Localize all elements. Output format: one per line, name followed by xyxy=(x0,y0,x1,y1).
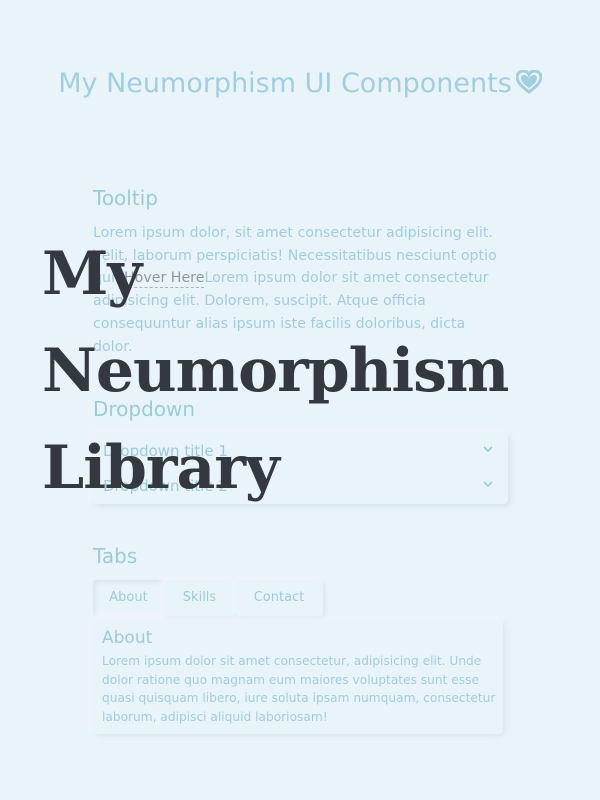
overlay-title: My Neumorphism Library xyxy=(42,226,582,517)
overlay-title-line: Library xyxy=(42,433,280,503)
overlay-title-line: My xyxy=(42,239,142,309)
tab-panel: About Lorem ipsum dolor sit amet consect… xyxy=(93,620,503,734)
tab-contact[interactable]: Contact xyxy=(235,580,323,616)
heart-icon xyxy=(515,64,543,108)
page-title: My Neumorphism UI Components xyxy=(0,62,600,108)
tab-skills[interactable]: Skills xyxy=(164,580,235,616)
overlay-title-line: Neumorphism xyxy=(42,336,509,406)
page-title-text: My Neumorphism UI Components xyxy=(58,68,512,99)
page: My Neumorphism UI Components Tooltip Lor… xyxy=(0,0,600,800)
tab-about[interactable]: About xyxy=(93,580,164,616)
tabs-heading: Tabs xyxy=(93,544,138,568)
tab-panel-text: Lorem ipsum dolor sit amet consectetur, … xyxy=(102,654,496,724)
tooltip-heading: Tooltip xyxy=(93,186,158,210)
tab-panel-title: About xyxy=(102,628,153,648)
